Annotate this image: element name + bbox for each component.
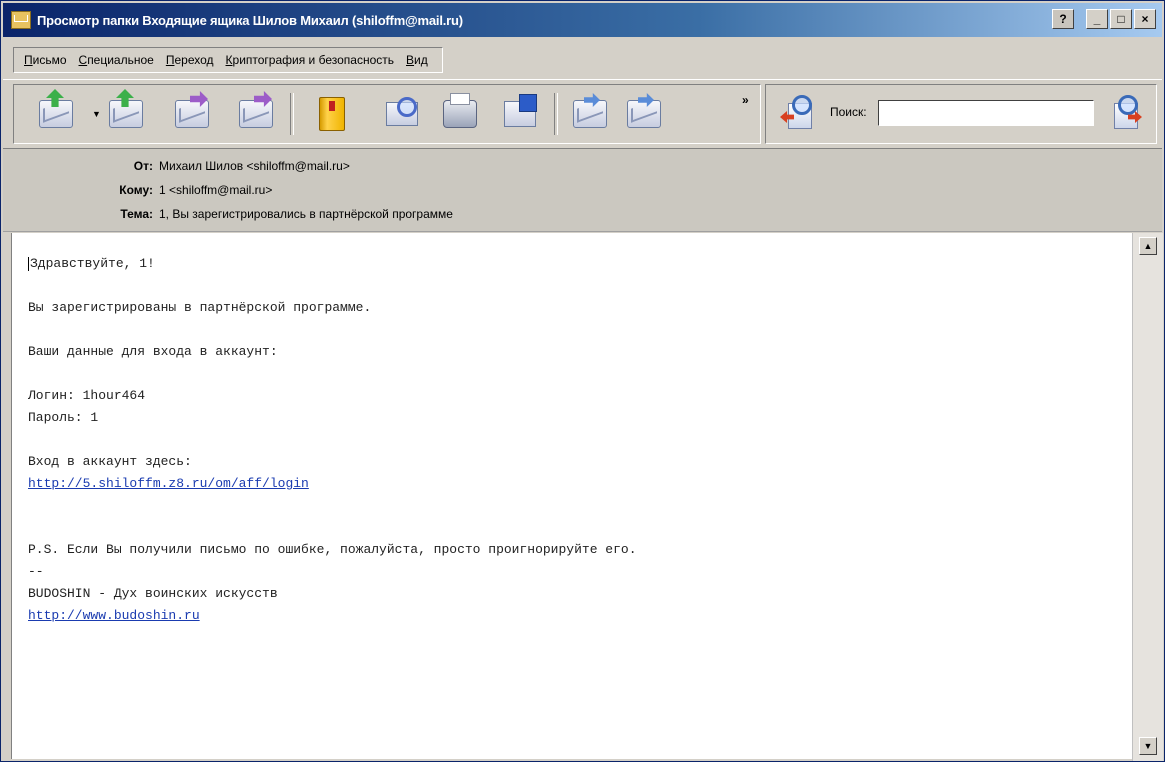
menu-box: Письмо Специальное Переход Криптография … — [13, 47, 443, 73]
header-subject: Тема: 1, Вы зарегистрировались в партнёр… — [3, 203, 453, 225]
maximize-button[interactable]: □ — [1110, 9, 1132, 29]
message-body-pane[interactable]: Здравствуйте, 1! Вы зарегистрированы в п… — [11, 233, 1132, 759]
save-button[interactable] — [500, 94, 540, 134]
save-icon — [504, 94, 537, 127]
body-ps: P.S. Если Вы получили письмо по ошибке, … — [28, 542, 637, 557]
text-cursor — [28, 256, 29, 271]
body-line-registered: Вы зарегистрированы в партнёрской програ… — [28, 300, 372, 315]
message-headers: От: Михаил Шилов <shiloffm@mail.ru> Кому… — [3, 149, 1162, 232]
from-label: От: — [133, 159, 153, 173]
mail-view-window: Просмотр папки Входящие ящика Шилов Миха… — [0, 0, 1165, 762]
menu-crypto-mnemonic: К — [225, 53, 233, 67]
header-from: От: Михаил Шилов <shiloffm@mail.ru> — [3, 155, 350, 177]
reply-button[interactable] — [36, 89, 76, 134]
window-title: Просмотр папки Входящие ящика Шилов Миха… — [37, 12, 463, 28]
reply-dropdown-icon[interactable]: ▼ — [92, 109, 101, 119]
help-button[interactable]: ? — [1052, 9, 1074, 29]
reply-icon — [39, 89, 73, 128]
menu-bar: Письмо Специальное Переход Криптография … — [3, 41, 1162, 75]
reply-all-button[interactable] — [106, 89, 146, 134]
menu-letter-label: исьмо — [32, 53, 67, 67]
toolbar-search: Поиск: — [765, 84, 1157, 144]
to-label: Кому: — [119, 183, 153, 197]
body-login-here: Вход в аккаунт здесь: — [28, 454, 192, 469]
body-greeting: Здравствуйте, 1! — [30, 256, 155, 271]
menu-special-mnemonic: С — [78, 53, 88, 67]
menu-view-label: ид — [414, 53, 428, 67]
subject-value: 1, Вы зарегистрировались в партнёрской п… — [159, 207, 453, 221]
forward-attachment-button[interactable] — [236, 91, 276, 134]
title-bar[interactable]: Просмотр папки Входящие ящика Шилов Миха… — [3, 3, 1162, 37]
forward-icon — [175, 91, 209, 128]
address-book-icon — [319, 97, 345, 131]
toolbar-main: ▼ » — [13, 84, 761, 144]
mail-app-icon — [11, 11, 31, 29]
header-to: Кому: 1 <shiloffm@mail.ru> — [3, 179, 272, 201]
from-value[interactable]: Михаил Шилов <shiloffm@mail.ru> — [159, 159, 350, 173]
login-link[interactable]: http://5.shiloffm.z8.ru/om/aff/login — [28, 476, 309, 491]
toolbar-separator — [554, 93, 558, 135]
close-button[interactable]: × — [1134, 9, 1156, 29]
signature-link[interactable]: http://www.budoshin.ru — [28, 608, 200, 623]
find-in-message-button[interactable] — [382, 94, 422, 134]
next-message-icon — [627, 93, 661, 128]
scroll-down-button[interactable]: ▼ — [1139, 737, 1157, 755]
vertical-scrollbar[interactable]: ▲ ▼ — [1132, 233, 1163, 761]
previous-message-button[interactable] — [570, 93, 610, 134]
signature-separator: -- — [28, 564, 44, 579]
subject-label: Тема: — [120, 207, 153, 221]
signature-name: BUDOSHIN - Дух воинских искусств — [28, 586, 278, 601]
window-controls: ? _ □ × — [1052, 9, 1156, 29]
reply-all-icon — [109, 89, 143, 128]
address-book-button[interactable] — [312, 94, 352, 134]
message-body: Здравствуйте, 1! Вы зарегистрированы в п… — [28, 253, 637, 627]
toolbar-separator — [290, 93, 294, 135]
minimize-button[interactable]: _ — [1086, 9, 1108, 29]
menu-crypto-security[interactable]: Криптография и безопасность — [220, 53, 401, 67]
body-password: Пароль: 1 — [28, 410, 99, 425]
next-message-button[interactable] — [624, 93, 664, 134]
menu-go-label: ереход — [174, 53, 214, 67]
menu-go[interactable]: Переход — [160, 53, 220, 67]
print-icon — [443, 93, 477, 128]
find-in-message-icon — [386, 97, 418, 126]
search-label: Поиск: — [830, 105, 867, 119]
menu-view-mnemonic: В — [406, 53, 415, 67]
find-next-button[interactable] — [1106, 95, 1142, 131]
menu-letter-mnemonic: П — [24, 53, 33, 67]
menu-letter[interactable]: Письмо — [18, 53, 73, 67]
forward-button[interactable] — [172, 91, 212, 134]
menu-view[interactable]: Вид — [400, 53, 434, 67]
forward-as-attachment-icon — [239, 91, 273, 128]
scroll-up-button[interactable]: ▲ — [1139, 237, 1157, 255]
print-button[interactable] — [440, 93, 480, 134]
menu-special-label: пециальное — [87, 53, 154, 67]
menu-special[interactable]: Специальное — [73, 53, 160, 67]
toolbar-overflow-chevron[interactable]: » — [742, 93, 749, 107]
find-previous-button[interactable] — [780, 95, 816, 131]
body-line-credentials: Ваши данные для входа в аккаунт: — [28, 344, 278, 359]
body-login: Логин: 1hour464 — [28, 388, 146, 403]
previous-message-icon — [573, 93, 607, 128]
to-value[interactable]: 1 <shiloffm@mail.ru> — [159, 183, 272, 197]
toolbar: ▼ » Поиск: — [3, 79, 1162, 149]
search-input[interactable] — [878, 100, 1094, 126]
menu-crypto-label: риптография и безопасность — [232, 53, 395, 67]
